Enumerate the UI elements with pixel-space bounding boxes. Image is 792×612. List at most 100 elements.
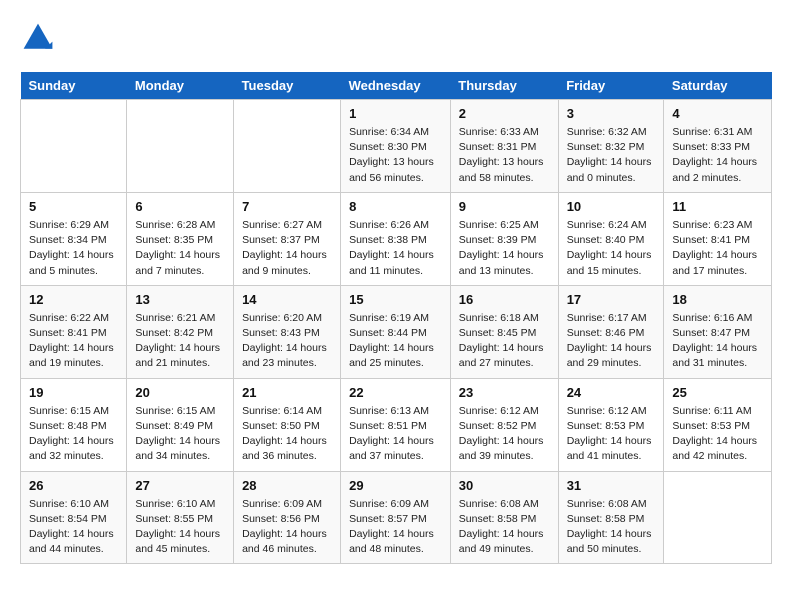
day-11: 11Sunrise: 6:23 AM Sunset: 8:41 PM Dayli… (664, 192, 772, 285)
col-header-thursday: Thursday (450, 72, 558, 100)
day-info-28: Sunrise: 6:09 AM Sunset: 8:56 PM Dayligh… (242, 497, 332, 558)
day-info-3: Sunrise: 6:32 AM Sunset: 8:32 PM Dayligh… (567, 125, 656, 186)
day-info-15: Sunrise: 6:19 AM Sunset: 8:44 PM Dayligh… (349, 311, 442, 372)
col-header-tuesday: Tuesday (234, 72, 341, 100)
empty-cell (234, 100, 341, 193)
day-1: 1 Sunrise: 6:34 AM Sunset: 8:30 PM Daylig… (341, 100, 451, 193)
day-number-14: 14 (242, 292, 332, 307)
day-number-13: 13 (135, 292, 225, 307)
day-number-16: 16 (459, 292, 550, 307)
day-15: 15 Sunrise: 6:19 AM Sunset: 8:44 PM Dayli… (341, 285, 451, 378)
day-number-6: 6 (135, 199, 225, 214)
day-number-12: 12 (29, 292, 118, 307)
day-10: 10 Sunrise: 6:24 AM Sunset: 8:40 PM Dayli… (558, 192, 664, 285)
empty-cell (127, 100, 234, 193)
day-number-29: 29 (349, 478, 442, 493)
day-23: 23 Sunrise: 6:12 AM Sunset: 8:52 PM Dayli… (450, 378, 558, 471)
day-16: 16 Sunrise: 6:18 AM Sunset: 8:45 PM Dayli… (450, 285, 558, 378)
day-number-9: 9 (459, 199, 550, 214)
day-info-18: Sunrise: 6:16 AM Sunset: 8:47 PM Dayligh… (672, 311, 763, 372)
day-info-5: Sunrise: 6:29 AM Sunset: 8:34 PM Dayligh… (29, 218, 118, 279)
day-number-1: 1 (349, 106, 442, 121)
col-header-friday: Friday (558, 72, 664, 100)
day-19: 19 Sunrise: 6:15 AM Sunset: 8:48 PM Dayli… (21, 378, 127, 471)
day-info-23: Sunrise: 6:12 AM Sunset: 8:52 PM Dayligh… (459, 404, 550, 465)
day-info-31: Sunrise: 6:08 AM Sunset: 8:58 PM Dayligh… (567, 497, 656, 558)
day-26: 26Sunrise: 6:10 AM Sunset: 8:54 PM Dayli… (21, 471, 127, 564)
col-header-wednesday: Wednesday (341, 72, 451, 100)
day-info-20: Sunrise: 6:15 AM Sunset: 8:49 PM Dayligh… (135, 404, 225, 465)
day-info-24: Sunrise: 6:12 AM Sunset: 8:53 PM Dayligh… (567, 404, 656, 465)
day-number-18: 18 (672, 292, 763, 307)
day-24: 24 Sunrise: 6:12 AM Sunset: 8:53 PM Dayli… (558, 378, 664, 471)
day-31: 31 Sunrise: 6:08 AM Sunset: 8:58 PM Dayli… (558, 471, 664, 564)
day-number-15: 15 (349, 292, 442, 307)
day-12: 12 Sunrise: 6:22 AM Sunset: 8:41 PM Dayli… (21, 285, 127, 378)
day-info-29: Sunrise: 6:09 AM Sunset: 8:57 PM Dayligh… (349, 497, 442, 558)
day-28: 28 Sunrise: 6:09 AM Sunset: 8:56 PM Dayli… (234, 471, 341, 564)
day-number-5: 5 (29, 199, 118, 214)
calendar-table: SundayMondayTuesdayWednesdayThursdayFrid… (20, 72, 772, 564)
day-info-27: Sunrise: 6:10 AM Sunset: 8:55 PM Dayligh… (135, 497, 225, 558)
col-header-monday: Monday (127, 72, 234, 100)
day-number-17: 17 (567, 292, 656, 307)
day-info-4: Sunrise: 6:31 AM Sunset: 8:33 PM Dayligh… (672, 125, 763, 186)
week-row-1: 1 Sunrise: 6:34 AM Sunset: 8:30 PM Daylig… (21, 100, 772, 193)
day-number-4: 4 (672, 106, 763, 121)
day-info-7: Sunrise: 6:27 AM Sunset: 8:37 PM Dayligh… (242, 218, 332, 279)
day-8: 8Sunrise: 6:26 AM Sunset: 8:38 PM Daylig… (341, 192, 451, 285)
day-22: 22 Sunrise: 6:13 AM Sunset: 8:51 PM Dayli… (341, 378, 451, 471)
day-info-16: Sunrise: 6:18 AM Sunset: 8:45 PM Dayligh… (459, 311, 550, 372)
day-29: 29 Sunrise: 6:09 AM Sunset: 8:57 PM Dayli… (341, 471, 451, 564)
day-number-10: 10 (567, 199, 656, 214)
col-header-sunday: Sunday (21, 72, 127, 100)
day-number-22: 22 (349, 385, 442, 400)
day-27: 27Sunrise: 6:10 AM Sunset: 8:55 PM Dayli… (127, 471, 234, 564)
day-number-19: 19 (29, 385, 118, 400)
empty-cell (21, 100, 127, 193)
day-info-10: Sunrise: 6:24 AM Sunset: 8:40 PM Dayligh… (567, 218, 656, 279)
day-info-1: Sunrise: 6:34 AM Sunset: 8:30 PM Dayligh… (349, 125, 442, 186)
day-20: 20Sunrise: 6:15 AM Sunset: 8:49 PM Dayli… (127, 378, 234, 471)
page-header (20, 20, 772, 56)
day-info-6: Sunrise: 6:28 AM Sunset: 8:35 PM Dayligh… (135, 218, 225, 279)
day-number-28: 28 (242, 478, 332, 493)
day-info-9: Sunrise: 6:25 AM Sunset: 8:39 PM Dayligh… (459, 218, 550, 279)
day-number-7: 7 (242, 199, 332, 214)
day-2: 2 Sunrise: 6:33 AM Sunset: 8:31 PM Daylig… (450, 100, 558, 193)
day-4: 4 Sunrise: 6:31 AM Sunset: 8:33 PM Daylig… (664, 100, 772, 193)
week-row-2: 5 Sunrise: 6:29 AM Sunset: 8:34 PM Daylig… (21, 192, 772, 285)
day-number-23: 23 (459, 385, 550, 400)
week-row-4: 19 Sunrise: 6:15 AM Sunset: 8:48 PM Dayli… (21, 378, 772, 471)
day-info-12: Sunrise: 6:22 AM Sunset: 8:41 PM Dayligh… (29, 311, 118, 372)
logo (20, 20, 62, 56)
day-number-11: 11 (672, 199, 763, 214)
day-number-8: 8 (349, 199, 442, 214)
day-info-2: Sunrise: 6:33 AM Sunset: 8:31 PM Dayligh… (459, 125, 550, 186)
day-number-21: 21 (242, 385, 332, 400)
logo-icon (20, 20, 56, 56)
day-info-25: Sunrise: 6:11 AM Sunset: 8:53 PM Dayligh… (672, 404, 763, 465)
day-21: 21Sunrise: 6:14 AM Sunset: 8:50 PM Dayli… (234, 378, 341, 471)
day-info-17: Sunrise: 6:17 AM Sunset: 8:46 PM Dayligh… (567, 311, 656, 372)
day-7: 7 Sunrise: 6:27 AM Sunset: 8:37 PM Daylig… (234, 192, 341, 285)
day-5: 5 Sunrise: 6:29 AM Sunset: 8:34 PM Daylig… (21, 192, 127, 285)
day-info-13: Sunrise: 6:21 AM Sunset: 8:42 PM Dayligh… (135, 311, 225, 372)
day-number-2: 2 (459, 106, 550, 121)
day-number-31: 31 (567, 478, 656, 493)
day-number-30: 30 (459, 478, 550, 493)
day-number-25: 25 (672, 385, 763, 400)
day-9: 9 Sunrise: 6:25 AM Sunset: 8:39 PM Daylig… (450, 192, 558, 285)
day-18: 18 Sunrise: 6:16 AM Sunset: 8:47 PM Dayli… (664, 285, 772, 378)
day-info-26: Sunrise: 6:10 AM Sunset: 8:54 PM Dayligh… (29, 497, 118, 558)
day-info-30: Sunrise: 6:08 AM Sunset: 8:58 PM Dayligh… (459, 497, 550, 558)
day-25: 25 Sunrise: 6:11 AM Sunset: 8:53 PM Dayli… (664, 378, 772, 471)
day-14: 14 Sunrise: 6:20 AM Sunset: 8:43 PM Dayli… (234, 285, 341, 378)
day-3: 3Sunrise: 6:32 AM Sunset: 8:32 PM Daylig… (558, 100, 664, 193)
day-info-14: Sunrise: 6:20 AM Sunset: 8:43 PM Dayligh… (242, 311, 332, 372)
day-number-24: 24 (567, 385, 656, 400)
day-13: 13 Sunrise: 6:21 AM Sunset: 8:42 PM Dayli… (127, 285, 234, 378)
day-info-22: Sunrise: 6:13 AM Sunset: 8:51 PM Dayligh… (349, 404, 442, 465)
day-info-19: Sunrise: 6:15 AM Sunset: 8:48 PM Dayligh… (29, 404, 118, 465)
empty-cell (664, 471, 772, 564)
